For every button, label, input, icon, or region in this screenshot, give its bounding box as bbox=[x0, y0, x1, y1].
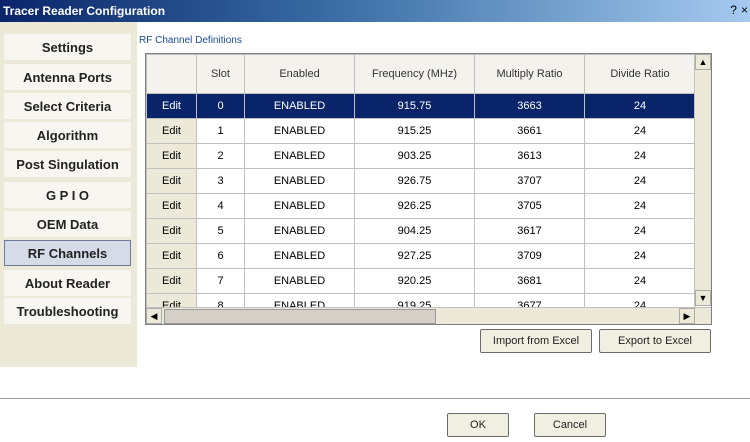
table-row[interactable]: Edit 5 ENABLED 904.25 3617 24 bbox=[146, 218, 696, 244]
scroll-left-icon[interactable]: ◀ bbox=[146, 308, 162, 324]
slot-cell: 1 bbox=[196, 118, 245, 144]
sidebar-item-antenna-ports[interactable]: Antenna Ports bbox=[4, 64, 131, 90]
frequency-cell: 915.25 bbox=[354, 118, 475, 144]
column-header-multiply-ratio[interactable]: Multiply Ratio bbox=[474, 54, 585, 94]
divide-ratio-cell: 24 bbox=[584, 93, 696, 119]
table-row[interactable]: Edit 1 ENABLED 915.25 3661 24 bbox=[146, 118, 696, 144]
vertical-scrollbar[interactable]: ▲ ▼ bbox=[694, 54, 711, 306]
scroll-up-icon[interactable]: ▲ bbox=[695, 54, 711, 70]
import-from-excel-button[interactable]: Import from Excel bbox=[480, 329, 592, 353]
row-edit-button[interactable]: Edit bbox=[146, 93, 197, 119]
enabled-cell: ENABLED bbox=[244, 118, 355, 144]
frequency-cell: 915.75 bbox=[354, 93, 475, 119]
row-edit-button[interactable]: Edit bbox=[146, 118, 197, 144]
sidebar-item-post-singulation[interactable]: Post Singulation bbox=[4, 151, 131, 177]
sidebar-item-gpio[interactable]: G P I O bbox=[4, 182, 131, 208]
enabled-cell: ENABLED bbox=[244, 168, 355, 194]
close-button[interactable]: × bbox=[741, 3, 748, 17]
slot-cell: 2 bbox=[196, 143, 245, 169]
sidebar-item-oem-data[interactable]: OEM Data bbox=[4, 211, 131, 237]
enabled-cell: ENABLED bbox=[244, 268, 355, 294]
divide-ratio-cell: 24 bbox=[584, 218, 696, 244]
help-button[interactable]: ? bbox=[730, 3, 737, 17]
frequency-cell: 927.25 bbox=[354, 243, 475, 269]
row-edit-button[interactable]: Edit bbox=[146, 168, 197, 194]
frequency-cell: 904.25 bbox=[354, 218, 475, 244]
window-title: Tracer Reader Configuration bbox=[3, 4, 166, 18]
frequency-cell: 903.25 bbox=[354, 143, 475, 169]
sidebar-item-about-reader[interactable]: About Reader bbox=[4, 270, 131, 296]
divide-ratio-cell: 24 bbox=[584, 143, 696, 169]
slot-cell: 0 bbox=[196, 93, 245, 119]
column-header-frequency[interactable]: Frequency (MHz) bbox=[354, 54, 475, 94]
title-bar-buttons: ? × bbox=[730, 3, 748, 17]
divide-ratio-cell: 24 bbox=[584, 243, 696, 269]
footer-bar: OK Cancel bbox=[0, 398, 750, 442]
slot-cell: 5 bbox=[196, 218, 245, 244]
scroll-right-icon[interactable]: ▶ bbox=[679, 308, 695, 324]
multiply-ratio-cell: 3617 bbox=[474, 218, 585, 244]
row-edit-button[interactable]: Edit bbox=[146, 143, 197, 169]
row-edit-button[interactable]: Edit bbox=[146, 193, 197, 219]
rf-channel-table: Slot Enabled Frequency (MHz) Multiply Ra… bbox=[146, 54, 696, 319]
table-row[interactable]: Edit 2 ENABLED 903.25 3613 24 bbox=[146, 143, 696, 169]
divide-ratio-cell: 24 bbox=[584, 168, 696, 194]
multiply-ratio-cell: 3709 bbox=[474, 243, 585, 269]
title-bar: Tracer Reader Configuration ? × bbox=[0, 0, 750, 22]
enabled-cell: ENABLED bbox=[244, 243, 355, 269]
sidebar-item-troubleshooting[interactable]: Troubleshooting bbox=[4, 298, 131, 324]
frequency-cell: 926.25 bbox=[354, 193, 475, 219]
enabled-cell: ENABLED bbox=[244, 218, 355, 244]
column-header-divide-ratio[interactable]: Divide Ratio bbox=[584, 54, 696, 94]
multiply-ratio-cell: 3681 bbox=[474, 268, 585, 294]
table-row[interactable]: Edit 4 ENABLED 926.25 3705 24 bbox=[146, 193, 696, 219]
table-row[interactable]: Edit 0 ENABLED 915.75 3663 24 bbox=[146, 93, 696, 119]
multiply-ratio-cell: 3661 bbox=[474, 118, 585, 144]
enabled-cell: ENABLED bbox=[244, 93, 355, 119]
multiply-ratio-cell: 3705 bbox=[474, 193, 585, 219]
sidebar-item-settings[interactable]: Settings bbox=[4, 34, 131, 60]
horizontal-scroll-thumb[interactable] bbox=[164, 309, 436, 324]
row-edit-button[interactable]: Edit bbox=[146, 268, 197, 294]
multiply-ratio-cell: 3663 bbox=[474, 93, 585, 119]
enabled-cell: ENABLED bbox=[244, 143, 355, 169]
table-row[interactable]: Edit 7 ENABLED 920.25 3681 24 bbox=[146, 268, 696, 294]
multiply-ratio-cell: 3707 bbox=[474, 168, 585, 194]
scroll-down-icon[interactable]: ▼ bbox=[695, 290, 711, 306]
sidebar: Settings Antenna Ports Select Criteria A… bbox=[0, 22, 137, 367]
section-label: RF Channel Definitions bbox=[139, 35, 242, 46]
row-edit-button[interactable]: Edit bbox=[146, 218, 197, 244]
table-row[interactable]: Edit 3 ENABLED 926.75 3707 24 bbox=[146, 168, 696, 194]
rf-channel-grid: Slot Enabled Frequency (MHz) Multiply Ra… bbox=[145, 53, 712, 325]
enabled-cell: ENABLED bbox=[244, 193, 355, 219]
frequency-cell: 920.25 bbox=[354, 268, 475, 294]
slot-cell: 4 bbox=[196, 193, 245, 219]
table-row[interactable]: Edit 6 ENABLED 927.25 3709 24 bbox=[146, 243, 696, 269]
column-header-button bbox=[146, 54, 197, 94]
divide-ratio-cell: 24 bbox=[584, 193, 696, 219]
divide-ratio-cell: 24 bbox=[584, 118, 696, 144]
column-header-enabled[interactable]: Enabled bbox=[244, 54, 355, 94]
slot-cell: 7 bbox=[196, 268, 245, 294]
horizontal-scrollbar[interactable]: ◀ ▶ bbox=[146, 307, 711, 324]
column-header-slot[interactable]: Slot bbox=[196, 54, 245, 94]
row-edit-button[interactable]: Edit bbox=[146, 243, 197, 269]
sidebar-item-algorithm[interactable]: Algorithm bbox=[4, 122, 131, 148]
ok-button[interactable]: OK bbox=[447, 413, 509, 437]
multiply-ratio-cell: 3613 bbox=[474, 143, 585, 169]
frequency-cell: 926.75 bbox=[354, 168, 475, 194]
slot-cell: 6 bbox=[196, 243, 245, 269]
export-to-excel-button[interactable]: Export to Excel bbox=[599, 329, 711, 353]
divide-ratio-cell: 24 bbox=[584, 268, 696, 294]
sidebar-item-rf-channels[interactable]: RF Channels bbox=[4, 240, 131, 266]
slot-cell: 3 bbox=[196, 168, 245, 194]
cancel-button[interactable]: Cancel bbox=[534, 413, 606, 437]
sidebar-item-select-criteria[interactable]: Select Criteria bbox=[4, 93, 131, 119]
